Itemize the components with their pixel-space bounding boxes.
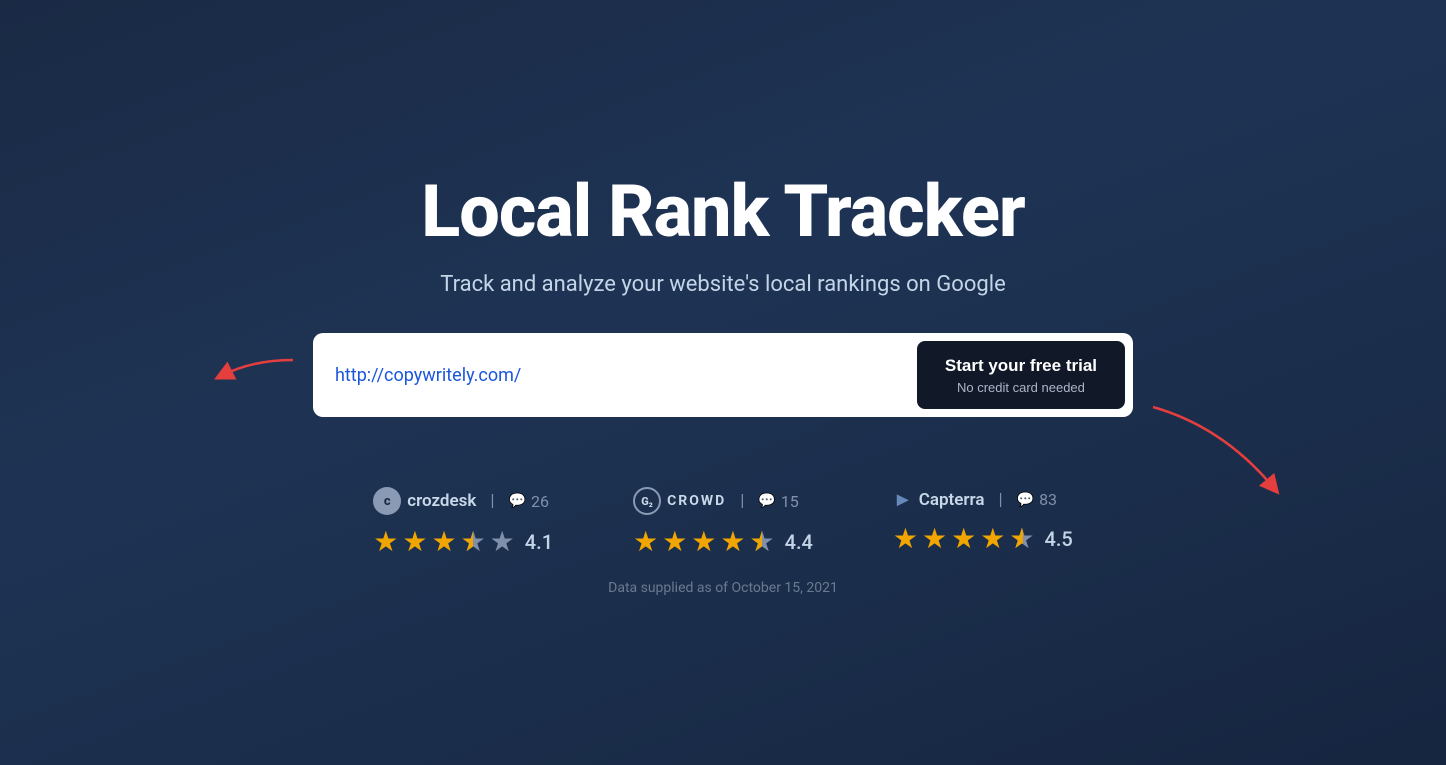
hero-section: Local Rank Tracker Track and analyze you… [0,169,1446,596]
crozdesk-label: crozdesk [407,491,476,511]
divider-3: | [998,490,1002,510]
capterra-stars: ★ ★ ★ ★ ★ ★ 4.5 [893,522,1073,555]
g2-logo: G₂ CROWD [633,487,726,515]
star-2: ★ [402,525,427,558]
capterra-count: 83 [1039,490,1057,509]
cta-button-title: Start your free trial [945,355,1097,377]
capterra-star-3: ★ [951,522,976,555]
g2-star-2: ★ [662,525,687,558]
g2-count: 15 [781,492,799,511]
page-subtitle: Track and analyze your website's local r… [440,272,1005,297]
crozdesk-logo: c crozdesk [373,487,476,515]
left-arrow-annotation [193,355,303,395]
page-title: Local Rank Tracker [421,169,1024,254]
star-1: ★ [373,525,398,558]
capterra-brand-row: ► Capterra | 💬 83 [893,487,1057,512]
crozdesk-review-count: 💬 26 [509,492,549,511]
g2-score: 4.4 [785,530,813,554]
divider-2: | [740,491,744,511]
capterra-comment-icon: 💬 [1017,492,1034,508]
right-arrow-annotation [1143,397,1293,497]
divider-1: | [490,491,494,511]
capterra-star-4: ★ [980,522,1005,555]
capterra-rating: ► Capterra | 💬 83 ★ ★ ★ ★ ★ ★ 4.5 [893,487,1073,555]
capterra-star-1: ★ [893,522,918,555]
g2-star-5: ★ ★ [750,525,775,558]
capterra-star-5: ★ ★ [1009,522,1034,555]
g2-star-3: ★ [691,525,716,558]
data-note: Data supplied as of October 15, 2021 [608,580,838,596]
g2-rating: G₂ CROWD | 💬 15 ★ ★ ★ ★ ★ ★ 4.4 [633,487,813,558]
ratings-section: c crozdesk | 💬 26 ★ ★ ★ ★ ★ ★ 4.1 [373,487,1073,558]
g2-star-1: ★ [633,525,658,558]
search-container: Start your free trial No credit card nee… [313,333,1133,417]
star-3: ★ [431,525,456,558]
crozdesk-brand-row: c crozdesk | 💬 26 [373,487,549,515]
capterra-logo: ► Capterra [893,487,985,512]
crozdesk-comment-icon: 💬 [509,493,526,509]
capterra-star-2: ★ [922,522,947,555]
g2-review-count: 💬 15 [758,492,798,511]
cta-button-subtitle: No credit card needed [957,380,1085,395]
crozdesk-stars: ★ ★ ★ ★ ★ ★ 4.1 [373,525,553,558]
crozdesk-score: 4.1 [525,530,553,554]
capterra-score: 4.5 [1044,527,1072,551]
star-5: ★ [490,525,515,558]
search-form-wrapper: Start your free trial No credit card nee… [313,333,1133,417]
capterra-label: Capterra [919,490,985,510]
capterra-review-count: 💬 83 [1017,490,1057,509]
g2-comment-icon: 💬 [758,493,775,509]
g2-brand-row: G₂ CROWD | 💬 15 [633,487,799,515]
g2-star-4: ★ [720,525,745,558]
g2-stars: ★ ★ ★ ★ ★ ★ 4.4 [633,525,813,558]
crozdesk-count: 26 [531,492,549,511]
crozdesk-icon: c [373,487,401,515]
star-4: ★ ★ [461,525,486,558]
start-trial-button[interactable]: Start your free trial No credit card nee… [917,341,1125,409]
url-input[interactable] [335,355,917,396]
g2-label: CROWD [667,493,726,509]
g2-icon: G₂ [633,487,661,515]
capterra-icon: ► [893,487,913,512]
crozdesk-rating: c crozdesk | 💬 26 ★ ★ ★ ★ ★ ★ 4.1 [373,487,553,558]
